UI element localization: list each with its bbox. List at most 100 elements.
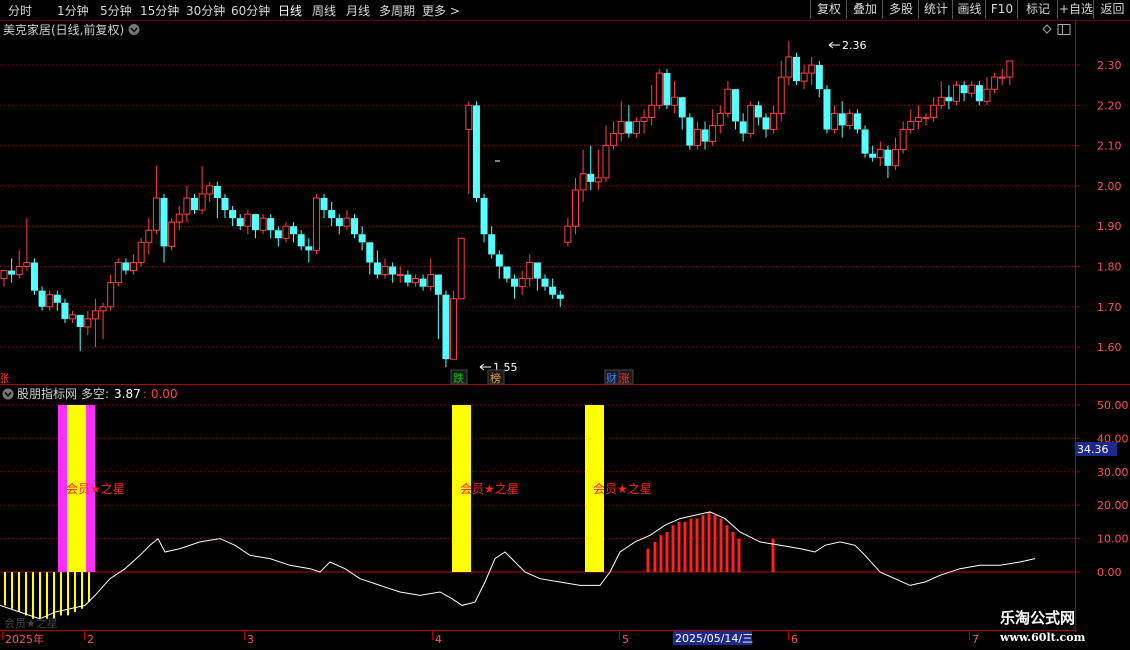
indicator-dropdown-icon[interactable] [2,388,14,400]
candle-body [815,65,823,90]
candle-body [617,120,625,135]
candle [198,165,206,215]
diamond-icon[interactable] [1042,24,1052,34]
candle-body [991,76,999,90]
candle-body [411,278,419,284]
candle [922,113,930,126]
candle [716,105,724,134]
candle [739,113,747,142]
star-signal-label: 会员★之星 [460,482,519,496]
candle [91,298,99,348]
candle [30,258,38,295]
event-badge-zhang[interactable]: 涨 [618,369,634,385]
candle-body [358,234,366,243]
indicator-axis: 50.0040.0030.0020.0010.000.00 [1075,399,1129,579]
candle-body [838,113,846,126]
price-tick-label: 2.10 [1097,140,1122,153]
candle-body [419,278,427,287]
svg-text:跌: 跌 [453,371,464,385]
candle-body [602,145,610,179]
candle-body [305,246,313,251]
candle-body [427,274,435,288]
candle [411,274,419,287]
candle-body [404,274,412,283]
candle-body [175,213,183,223]
candle [160,193,168,263]
candle [556,290,564,307]
candle-body [945,97,953,102]
candle-body [84,318,92,328]
candle-body [663,73,671,106]
candle [953,81,960,106]
candle-body [823,89,831,130]
candle-body [229,210,237,219]
candle [396,266,404,283]
candle-body [587,173,595,182]
svg-text:财: 财 [606,371,617,385]
candle [655,69,663,110]
candle [678,97,686,130]
event-badge-cai[interactable]: 财 [604,369,620,385]
candle-body [853,113,861,130]
star-signal-label: 会员★之星 [66,482,125,496]
candle [686,113,694,150]
candle-body [503,266,511,279]
candle [533,262,541,291]
candle [998,69,1006,86]
candle-body [937,96,945,106]
event-badge-die[interactable]: 跌 [450,369,468,385]
candle-body [373,262,381,275]
candle [183,185,191,223]
chart-canvas[interactable]: 美克家居(日线,前复权) 涨 2.30 2.20 2.10 2.00 1.90 1.80 1… [0,0,1130,650]
candle [777,60,785,122]
indicator-value: 3.87 [114,387,141,401]
candle [709,109,717,146]
candle [0,270,8,287]
candle [465,101,473,194]
candle [732,89,740,130]
candle-body [610,133,618,147]
candle [572,177,579,235]
candle-body [160,197,168,247]
candle-body [38,290,46,307]
candle-body [732,89,740,122]
candle-body [869,153,877,158]
bottom-faint-label: 会员★之星 [4,616,58,630]
candle-body [191,197,198,211]
price-tick-label: 1.60 [1097,341,1122,354]
date-axis: 2025年 2 3 4 5 2025/05/14/三 6 7 [2,631,979,646]
candle-body [137,241,145,263]
candle [747,101,755,138]
candle-body [564,225,572,243]
candle-body [533,262,541,279]
candle [290,222,298,243]
candle [61,298,69,323]
candle [960,81,968,102]
svg-text:榜: 榜 [490,371,501,385]
candle [480,193,488,243]
candle-body [465,104,473,130]
candle [541,274,549,291]
title-dropdown-icon[interactable] [128,24,140,35]
candle-body [15,266,23,276]
candle [267,214,275,239]
candle-body [762,117,770,130]
price-tick-label: 2.00 [1097,180,1122,193]
candle [114,258,122,287]
candle-body [754,105,762,118]
event-badge-bang[interactable]: 榜 [487,369,505,385]
candle-body [0,270,8,280]
candle [236,214,244,231]
candle [389,262,397,283]
candle [107,274,115,311]
watermark: 乐淘公式网 www.60lt.com [999,609,1086,644]
candle [53,290,61,311]
date-cursor-label: 2025/05/14/三 [675,632,753,645]
candle [69,310,77,323]
candle [975,81,983,106]
candle-body [792,56,800,82]
candle-body [130,261,138,272]
panel-layout-icon[interactable] [1057,24,1071,35]
candle-body [99,306,107,312]
candle-body [107,282,115,308]
